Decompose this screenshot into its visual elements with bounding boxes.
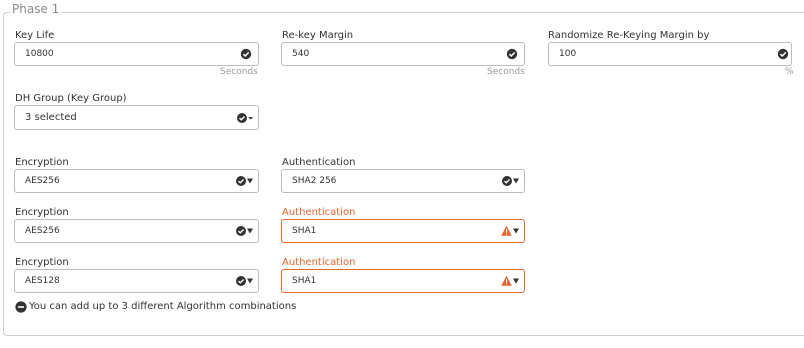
authentication-select[interactable]: SHA1 [281,219,525,243]
authentication-label: Authentication [282,207,356,218]
authentication-label: Authentication [282,157,356,168]
check-circle-icon [506,48,518,60]
key-life-input[interactable]: 10800 [14,42,259,66]
check-dropdown-icon [501,175,520,187]
warning-dropdown-icon [501,225,520,237]
key-life-unit: Seconds [220,67,258,77]
rekey-margin-input[interactable]: 540 [281,42,525,66]
dh-group-select[interactable]: 3 selected [14,105,259,130]
check-dropdown-icon [235,175,254,187]
encryption-select[interactable]: AES128 [14,269,259,293]
section-legend: Phase 1 [10,1,62,17]
key-life-value: 10800 [25,49,54,59]
authentication-select[interactable]: SHA2 256 [281,169,525,193]
check-dropdown-icon [235,275,254,287]
encryption-label: Encryption [15,257,69,268]
authentication-value: SHA1 [292,276,317,286]
encryption-label: Encryption [15,157,69,168]
check-circle-icon [777,48,789,60]
randomize-input[interactable]: 100 [548,42,792,66]
encryption-value: AES256 [25,176,60,186]
minus-circle-icon [15,301,27,313]
rekey-margin-value: 540 [292,49,310,59]
check-dropdown-icon [236,112,254,124]
warning-dropdown-icon [501,275,520,287]
rekey-margin-label: Re-key Margin [282,30,354,41]
encryption-select[interactable]: AES256 [14,169,259,193]
authentication-label: Authentication [282,257,356,268]
authentication-select[interactable]: SHA1 [281,269,525,293]
encryption-select[interactable]: AES256 [14,219,259,243]
authentication-value: SHA1 [292,226,317,236]
algorithm-limit-text: You can add up to 3 different Algorithm … [29,301,297,312]
check-circle-icon [240,48,252,60]
encryption-label: Encryption [15,207,69,218]
dh-group-value: 3 selected [25,112,77,123]
key-life-label: Key Life [15,30,55,41]
randomize-label: Randomize Re-Keying Margin by [548,30,710,41]
check-dropdown-icon [235,225,254,237]
randomize-unit: % [785,67,794,77]
dh-group-label: DH Group (Key Group) [15,93,127,104]
encryption-value: AES256 [25,226,60,236]
authentication-value: SHA2 256 [292,176,337,186]
randomize-value: 100 [559,49,577,59]
encryption-value: AES128 [25,276,60,286]
rekey-margin-unit: Seconds [487,67,525,77]
